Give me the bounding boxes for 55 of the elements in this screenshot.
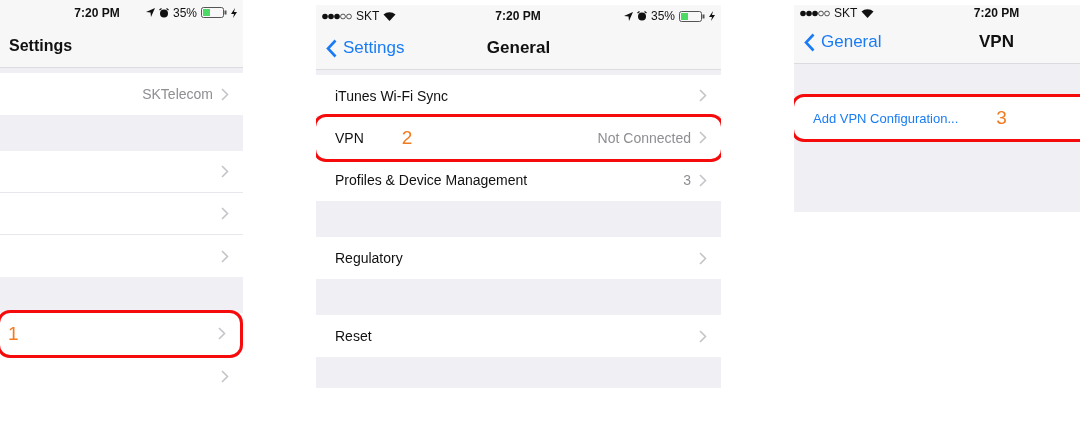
back-button[interactable]: General [794,32,882,52]
chevron-icon [699,251,707,265]
chevron-icon [221,369,229,383]
back-chevron-icon [326,38,337,58]
list-row[interactable]: Add VPN Configuration... 3 [794,97,1080,139]
row-value: 3 [683,172,691,188]
battery-icon [679,10,705,22]
location-arrow-icon [623,11,633,21]
chevron-icon [699,329,707,343]
row-label: VPN [335,129,364,146]
charging-bolt-icon [709,11,715,21]
row-label: Reset [335,328,372,344]
chevron-icon [221,165,229,178]
list-row[interactable]: Regulatory [316,237,721,279]
step-number: 2 [401,126,413,149]
chevron-icon [218,327,226,340]
list-row[interactable]: Reset [316,315,721,357]
battery-percent: 35% [650,9,675,23]
status-time: 7:20 PM [74,5,120,20]
row-label: Add VPN Configuration... [813,110,959,126]
signal-icon [800,9,830,17]
chevron-icon [221,249,229,263]
chevron-icon [221,87,229,101]
row-label: Regulatory [335,250,403,266]
alarm-clock-icon [158,7,169,18]
row-label: Profiles & Device Management [335,172,528,188]
signal-icon [322,12,352,20]
chevron-icon [699,89,707,102]
list-row[interactable]: VPN 2 Not Connected [316,117,721,159]
wifi-icon [383,11,397,21]
row-value: SKTelecom [142,86,213,102]
battery-percent: 35% [172,5,197,20]
list-row[interactable]: Profiles & Device Management 3 [316,159,721,201]
carrier-name: SKT [834,6,858,20]
wifi-icon [861,8,875,18]
status-time: 7:20 PM [973,6,1020,20]
status-time: 7:20 PM [495,9,541,23]
row-label: iTunes Wi-Fi Sync [335,87,449,104]
chevron-icon [221,207,229,220]
step-number: 3 [996,107,1007,129]
chevron-icon [699,131,707,144]
list-row[interactable]: iTunes Wi-Fi Sync [316,75,721,117]
step-number: 1 [8,322,19,345]
screen-title: General [486,38,551,58]
charging-bolt-icon [231,7,237,18]
battery-icon [201,7,227,18]
location-arrow-icon [145,8,155,17]
carrier-name: SKT [356,9,380,23]
row-value: Not Connected [597,129,691,146]
back-chevron-icon [804,32,815,52]
chevron-icon [699,173,707,187]
screen-title: VPN [979,32,1014,52]
alarm-clock-icon [636,11,647,21]
screen-title: Settings [9,37,73,55]
back-button[interactable]: Settings [316,38,405,58]
